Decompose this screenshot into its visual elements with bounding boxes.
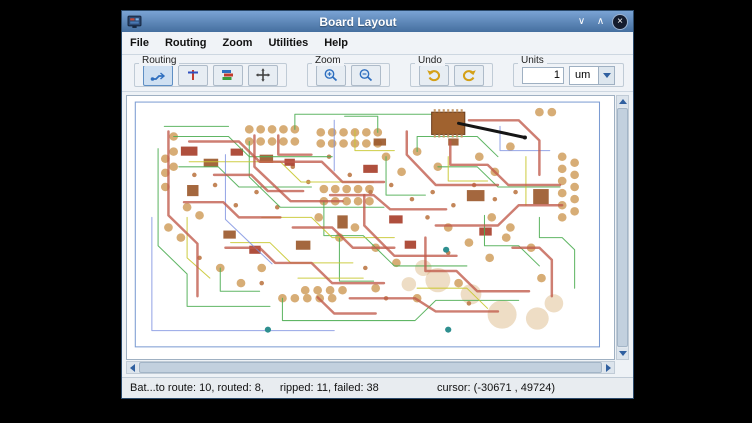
- arrow-left-icon: [130, 364, 135, 372]
- pcb-board: [127, 96, 614, 359]
- status-bar: Bat...to route: 10, routed: 8, ripped: 1…: [122, 377, 633, 398]
- fanout-icon: [185, 68, 201, 82]
- fanout-button[interactable]: [178, 65, 208, 86]
- toolbar-group-undo: Undo: [410, 63, 493, 87]
- cursor-position-text: cursor: (-30671 , 49724): [437, 382, 555, 394]
- maximize-icon: ∧: [597, 14, 604, 29]
- close-button[interactable]: ×: [612, 14, 628, 30]
- zoom-in-icon: [323, 68, 339, 82]
- undo-icon: [426, 68, 442, 82]
- units-combo[interactable]: um: [569, 66, 615, 85]
- scroll-up-button[interactable]: [617, 96, 628, 107]
- undo-button[interactable]: [419, 65, 449, 86]
- autoroute-status-text: Bat...to route: 10, routed: 8,: [130, 382, 264, 394]
- units-input[interactable]: [522, 67, 564, 84]
- vertical-scrollbar[interactable]: [616, 95, 629, 360]
- toolbar-group-routing: Routing: [134, 63, 287, 87]
- minimize-icon: ∨: [578, 14, 585, 29]
- toolbar: Routing: [122, 55, 633, 92]
- board-canvas[interactable]: [126, 95, 615, 360]
- menu-item-utilities[interactable]: Utilities: [268, 37, 308, 49]
- toolbar-group-zoom: Zoom: [307, 63, 390, 87]
- units-group-label: Units: [518, 56, 547, 66]
- maximize-button[interactable]: ∧: [593, 14, 608, 29]
- routing-group-label: Routing: [139, 56, 179, 66]
- menu-item-help[interactable]: Help: [324, 37, 348, 49]
- arrow-down-icon: [619, 351, 627, 356]
- zoom-group-label: Zoom: [312, 56, 344, 66]
- window-title: Board Layout: [146, 15, 570, 29]
- zoom-out-icon: [358, 68, 374, 82]
- app-icon: [127, 14, 142, 29]
- units-combo-arrow-button[interactable]: [598, 67, 614, 84]
- chevron-down-icon: [603, 73, 611, 78]
- move-button[interactable]: [248, 65, 278, 86]
- title-bar: Board Layout ∨ ∧ ×: [122, 11, 633, 32]
- redo-icon: [461, 68, 477, 82]
- horizontal-scroll-thumb[interactable]: [139, 362, 602, 373]
- scroll-left-button[interactable]: [127, 362, 138, 373]
- autoroute-button[interactable]: [143, 65, 173, 86]
- close-icon: ×: [617, 14, 623, 29]
- app-window: Board Layout ∨ ∧ × File Routing Zoom Uti…: [121, 10, 634, 399]
- arrow-right-icon: [606, 364, 611, 372]
- zoom-in-button[interactable]: [316, 65, 346, 86]
- menu-item-zoom[interactable]: Zoom: [223, 37, 253, 49]
- minimize-button[interactable]: ∨: [574, 14, 589, 29]
- toolbar-group-units: Units um: [513, 63, 624, 87]
- menu-item-file[interactable]: File: [130, 37, 149, 49]
- arrow-up-icon: [619, 99, 627, 104]
- screen-background: Board Layout ∨ ∧ × File Routing Zoom Uti…: [0, 0, 752, 423]
- vertical-scroll-thumb[interactable]: [617, 108, 628, 347]
- ripped-status-text: ripped: 11, failed: 38: [280, 382, 379, 394]
- autoroute-icon: [150, 68, 166, 82]
- scroll-down-button[interactable]: [617, 348, 628, 359]
- zoom-out-button[interactable]: [351, 65, 381, 86]
- scroll-right-button[interactable]: [603, 362, 614, 373]
- menu-item-routing[interactable]: Routing: [165, 37, 207, 49]
- menu-bar: File Routing Zoom Utilities Help: [122, 32, 633, 55]
- board-scroll-pane: [126, 95, 629, 374]
- layers-button[interactable]: [213, 65, 243, 86]
- units-combo-value: um: [570, 69, 598, 81]
- undo-group-label: Undo: [415, 56, 445, 66]
- layers-icon: [220, 68, 236, 82]
- horizontal-scrollbar[interactable]: [126, 361, 615, 374]
- redo-button[interactable]: [454, 65, 484, 86]
- move-icon: [255, 68, 271, 82]
